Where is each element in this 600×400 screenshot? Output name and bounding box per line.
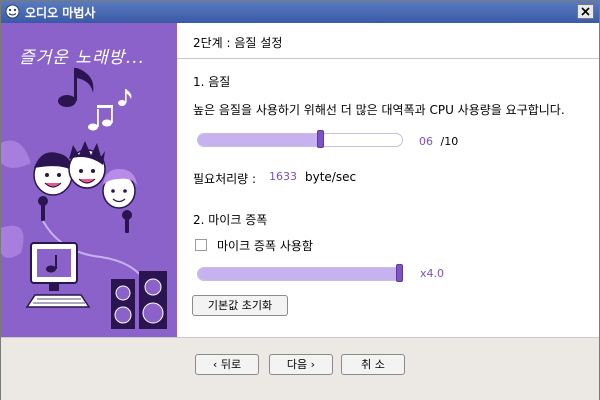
karaoke-illustration [1, 68, 167, 329]
quality-slider[interactable] [197, 133, 403, 147]
mic-section-label: 2. 마이크 증폭 [193, 213, 268, 227]
close-icon [581, 7, 590, 16]
speaker-icon [111, 271, 167, 329]
quality-level-value: 06 [419, 135, 433, 148]
next-button[interactable]: 다음 › [269, 354, 333, 375]
required-throughput-value: 1633 [269, 170, 297, 183]
step-header: 2단계 : 음질 설정 [177, 23, 599, 59]
quality-level-readout: 06 /10 [419, 135, 458, 148]
wizard-banner: 즐거운 노래방... [1, 23, 177, 337]
music-note-icon [88, 89, 132, 131]
quality-description: 높은 음질을 사용하기 위해선 더 많은 대역폭과 CPU 사용량을 요구합니다… [193, 103, 565, 117]
mic-boost-checkbox-label[interactable]: 마이크 증폭 사용함 [217, 237, 313, 254]
quality-slider-fill [198, 134, 322, 146]
back-button-label: 뒤로 [220, 358, 242, 371]
quality-level-max: /10 [440, 135, 459, 148]
singer-face-icon [68, 141, 106, 189]
required-throughput-unit: byte/sec [305, 170, 357, 184]
singer-face-icon [102, 169, 137, 209]
close-button[interactable] [577, 4, 594, 19]
wizard-footer: ‹ 뒤로 다음 › 취 소 [1, 337, 599, 400]
mic-boost-slider-thumb[interactable] [396, 264, 403, 282]
quality-slider-thumb[interactable] [317, 130, 324, 148]
music-note-icon [58, 68, 94, 107]
back-button[interactable]: ‹ 뒤로 [195, 354, 259, 375]
chevron-left-icon: ‹ [212, 358, 221, 371]
quality-section-label: 1. 음질 [193, 75, 231, 89]
window-title: 오디오 마법사 [25, 6, 96, 20]
audio-wizard-window: 오디오 마법사 즐거운 노래방... 2단계: 음질 설정 1. 음질 높은 … [0, 0, 600, 400]
cancel-button[interactable]: 취 소 [341, 354, 405, 375]
title-bar: 오디오 마법사 [1, 1, 599, 23]
mic-boost-checkbox[interactable] [195, 239, 207, 251]
mic-boost-slider-fill [198, 268, 402, 280]
mic-boost-value: x4.0 [420, 267, 445, 280]
app-icon [5, 4, 20, 19]
mic-boost-slider[interactable] [197, 267, 403, 281]
settings-panel: 1. 음질 높은 음질을 사용하기 위해선 더 많은 대역폭과 CPU 사용량을… [177, 59, 599, 337]
next-button-label: 다음 [286, 358, 308, 371]
reset-defaults-button[interactable]: 기본값 초기화 [192, 295, 288, 316]
singer-face-icon [33, 152, 73, 196]
required-throughput-label: 필요처리량 : [193, 172, 257, 186]
step-title: 2단계 : 음질 설정 [193, 36, 283, 50]
chevron-right-icon: › [307, 358, 316, 371]
